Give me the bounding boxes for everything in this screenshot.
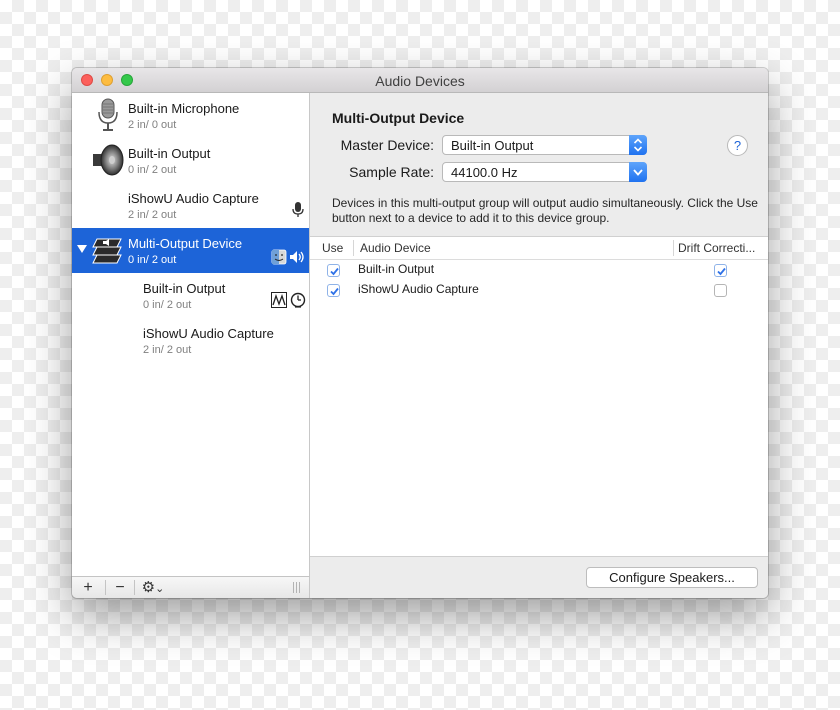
table-row[interactable]: Built-in Output bbox=[310, 260, 768, 280]
device-io: 0 in/ 2 out bbox=[143, 299, 192, 311]
checkmark-icon bbox=[330, 287, 339, 296]
table-row[interactable]: iShowU Audio Capture bbox=[310, 280, 768, 300]
device-list-toolbar: + − ⚙⌄ bbox=[72, 576, 310, 598]
chevron-down-icon: ⌄ bbox=[155, 583, 165, 595]
device-io: 2 in/ 2 out bbox=[143, 344, 192, 356]
checkmark-icon bbox=[330, 267, 339, 276]
sub-device-item-built-in-output[interactable]: Built-in Output 0 in/ 2 out bbox=[72, 273, 309, 318]
use-checkbox[interactable] bbox=[327, 264, 340, 277]
configure-speakers-button[interactable]: Configure Speakers... bbox=[586, 567, 758, 588]
use-checkbox[interactable] bbox=[327, 284, 340, 297]
device-list[interactable]: Built-in Microphone 2 in/ 0 out Built-in… bbox=[72, 93, 310, 576]
master-device-value: Built-in Output bbox=[451, 138, 534, 153]
column-header-drift-correction[interactable]: Drift Correcti... bbox=[678, 241, 755, 255]
audio-devices-window: Audio Devices Built-in Microphone 2 in/ … bbox=[72, 68, 768, 598]
device-item-built-in-microphone[interactable]: Built-in Microphone 2 in/ 0 out bbox=[72, 93, 309, 138]
master-device-label: Master Device: bbox=[340, 137, 434, 153]
gear-icon: ⚙ bbox=[141, 579, 156, 596]
microphone-badge-icon bbox=[292, 202, 304, 217]
device-title: Multi-Output Device bbox=[332, 110, 465, 126]
disclosure-triangle-icon[interactable] bbox=[77, 245, 87, 253]
column-divider[interactable] bbox=[353, 240, 354, 256]
title-bar[interactable]: Audio Devices bbox=[72, 68, 768, 93]
device-item-built-in-output[interactable]: Built-in Output 0 in/ 2 out bbox=[72, 138, 309, 183]
device-group-table[interactable]: Use Audio Device Drift Correcti... Built… bbox=[310, 236, 768, 557]
device-name: Built-in Output bbox=[143, 281, 226, 296]
description-text: Devices in this multi-output group will … bbox=[332, 196, 758, 225]
remove-device-button[interactable]: − bbox=[108, 577, 132, 598]
drift-correction-checkbox[interactable] bbox=[714, 284, 727, 297]
device-io: 0 in/ 2 out bbox=[128, 164, 177, 176]
device-io: 2 in/ 0 out bbox=[128, 119, 177, 131]
clock-icon bbox=[290, 292, 306, 308]
device-name: iShowU Audio Capture bbox=[128, 191, 259, 206]
window-title: Audio Devices bbox=[375, 73, 465, 89]
device-item-multi-output-device[interactable]: Multi-Output Device 0 in/ 2 out bbox=[72, 228, 309, 273]
detail-footer: Configure Speakers... bbox=[310, 556, 768, 598]
microphone-icon bbox=[98, 98, 118, 131]
help-button[interactable]: ? bbox=[727, 135, 748, 156]
resize-grip-icon[interactable] bbox=[293, 582, 301, 593]
device-cell: iShowU Audio Capture bbox=[358, 282, 479, 296]
column-divider[interactable] bbox=[673, 240, 674, 256]
column-header-use[interactable]: Use bbox=[322, 241, 343, 255]
device-name: Multi-Output Device bbox=[128, 236, 243, 251]
master-device-popup[interactable]: Built-in Output bbox=[442, 135, 647, 155]
sample-rate-value: 44100.0 Hz bbox=[451, 165, 518, 180]
waveform-icon bbox=[271, 292, 287, 308]
device-name: Built-in Output bbox=[128, 146, 211, 161]
device-name: iShowU Audio Capture bbox=[143, 326, 274, 341]
up-down-arrows-icon bbox=[629, 135, 647, 155]
toolbar-divider bbox=[105, 580, 106, 595]
column-header-audio-device[interactable]: Audio Device bbox=[360, 241, 431, 255]
speaker-icon bbox=[93, 144, 124, 176]
device-io: 0 in/ 2 out bbox=[128, 254, 177, 266]
checkmark-icon bbox=[717, 267, 726, 276]
device-name: Built-in Microphone bbox=[128, 101, 240, 116]
device-io: 2 in/ 2 out bbox=[128, 209, 177, 221]
volume-badge-icon bbox=[290, 251, 304, 263]
sample-rate-label: Sample Rate: bbox=[349, 164, 434, 180]
device-cell: Built-in Output bbox=[358, 262, 435, 276]
drift-correction-checkbox[interactable] bbox=[714, 264, 727, 277]
table-header: Use Audio Device Drift Correcti... bbox=[310, 237, 768, 260]
toolbar-divider bbox=[134, 580, 135, 595]
add-device-button[interactable]: + bbox=[76, 577, 100, 598]
gear-menu-button[interactable]: ⚙⌄ bbox=[136, 577, 170, 598]
chevron-down-icon bbox=[629, 162, 647, 182]
finder-badge-icon bbox=[271, 249, 287, 265]
multi-output-icon bbox=[92, 238, 122, 264]
device-item-ishowu-audio-capture[interactable]: iShowU Audio Capture 2 in/ 2 out bbox=[72, 183, 309, 228]
sample-rate-popup[interactable]: 44100.0 Hz bbox=[442, 162, 647, 182]
sub-device-item-ishowu-audio-capture[interactable]: iShowU Audio Capture 2 in/ 2 out bbox=[72, 318, 309, 363]
